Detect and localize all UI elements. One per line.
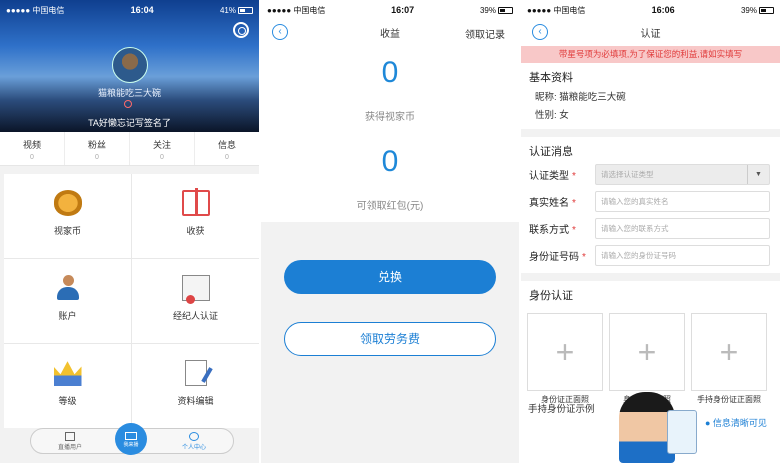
back-icon[interactable]: ‹	[532, 24, 548, 40]
edit-document-icon	[184, 360, 207, 386]
upload-id-front[interactable]: +	[527, 313, 603, 391]
menu-earnings[interactable]: 收获	[132, 174, 259, 258]
example-label: 手持身份证示例	[528, 404, 595, 415]
certification-screen: ●●●●● 中国电信 16:06 39% ‹ 认证 带星号项为必填项,为了保证您…	[521, 0, 780, 463]
gender-line: 性别: 女	[535, 110, 569, 121]
menu-level[interactable]: 等级	[4, 344, 131, 428]
coins-icon	[53, 190, 82, 216]
status-bar: ●●●●● 中国电信 16:07 39%	[261, 0, 519, 20]
claim-labor-fee-button[interactable]: 领取劳务费	[284, 322, 496, 356]
nav-bar: ‹ 收益 领取记录	[261, 20, 519, 44]
coins-value: 0	[381, 56, 399, 89]
basic-info-title: 基本资料	[529, 72, 573, 84]
example-id-card	[667, 410, 697, 454]
profile-header: ●●●●● 中国电信 16:04 41% 猫粮能吃三大碗 TA好懒忘记写签名了	[0, 0, 259, 132]
stats-bar: 视频 0 粉丝 0 关注 0 信息 0	[0, 132, 259, 166]
menu-account[interactable]: 账户	[4, 259, 131, 343]
stat-videos[interactable]: 视频 0	[0, 132, 65, 165]
nickname-line: 昵称: 猫粮能吃三大碗	[535, 92, 626, 103]
menu-agent-cert[interactable]: 经纪人认证	[132, 259, 259, 343]
id-auth-title: 身份认证	[529, 290, 573, 302]
plus-icon: +	[555, 334, 575, 370]
plus-icon: +	[719, 334, 739, 370]
id-photo-uploads: + + +	[521, 313, 780, 391]
claim-record-link[interactable]: 领取记录	[465, 26, 505, 41]
camera-icon	[125, 432, 137, 440]
gender-icon	[124, 100, 132, 108]
real-name-row: 真实姓名 * 请输入您的真实姓名	[521, 188, 780, 215]
id-number-input[interactable]: 请输入您的身份证号码	[595, 245, 770, 266]
auth-info-title: 认证消息	[529, 146, 573, 158]
chevron-down-icon: ▼	[747, 165, 769, 184]
id-number-row: 身份证号码 * 请输入您的身份证号码	[521, 242, 780, 269]
cert-type-row: 认证类型 * 请选择认证类型 ▼	[521, 161, 780, 188]
status-bar: ●●●●● 中国电信 16:04 41%	[0, 0, 259, 20]
nickname: 猫粮能吃三大碗	[97, 88, 161, 98]
account-icon	[56, 275, 80, 301]
tab-personal-center[interactable]: 个人中心	[169, 431, 219, 451]
profile-screen: ●●●●● 中国电信 16:04 41% 猫粮能吃三大碗 TA好懒忘记写签名了 …	[0, 0, 259, 463]
certificate-icon	[181, 275, 210, 304]
tab-live-users[interactable]: 直播用户	[45, 431, 95, 451]
contact-input[interactable]: 请输入您的联系方式	[595, 218, 770, 239]
redpacket-value: 0	[381, 145, 399, 178]
menu-coins[interactable]: 视家币	[4, 174, 131, 258]
stat-messages[interactable]: 信息 0	[195, 132, 259, 165]
avatar[interactable]	[112, 47, 148, 83]
menu-grid: 视家币 收获 账户 经纪人认证 等级 资料编辑	[4, 174, 259, 428]
user-icon	[189, 431, 199, 441]
status-bar: ●●●●● 中国电信 16:06 39%	[521, 0, 780, 20]
crown-icon	[53, 361, 82, 386]
gift-icon	[181, 188, 210, 216]
back-icon[interactable]: ‹	[272, 24, 288, 40]
real-name-input[interactable]: 请输入您的真实姓名	[595, 191, 770, 212]
earnings-screen: ●●●●● 中国电信 16:07 39% ‹ 收益 领取记录 0 获得视家币 0…	[261, 0, 519, 463]
carrier: ●●●●● 中国电信	[6, 5, 65, 15]
coins-label: 获得视家币	[365, 112, 415, 123]
settings-gear-icon[interactable]	[233, 22, 249, 38]
exchange-button[interactable]: 兑换	[284, 260, 496, 294]
clock: 16:04	[130, 5, 154, 15]
contact-row: 联系方式 * 请输入您的联系方式	[521, 215, 780, 242]
nav-bar: ‹ 认证	[521, 20, 780, 44]
stat-following[interactable]: 关注 0	[130, 132, 195, 165]
go-live-button[interactable]: 我来播	[115, 423, 147, 455]
required-warning: 带星号项为必填项,为了保证您的利益,请如实填写	[521, 46, 780, 63]
cert-type-select[interactable]: 请选择认证类型 ▼	[595, 164, 770, 185]
page-title: 收益	[380, 28, 400, 40]
upload-id-back[interactable]: +	[609, 313, 685, 391]
redpacket-label: 可领取红包(元)	[356, 201, 424, 212]
clear-hint: ● 信息清晰可见	[705, 418, 767, 428]
upload-id-handheld[interactable]: +	[691, 313, 767, 391]
signature: TA好懒忘记写签名了	[88, 118, 171, 128]
battery: 41%	[220, 6, 253, 15]
stat-fans[interactable]: 粉丝 0	[65, 132, 130, 165]
home-icon	[65, 431, 75, 441]
menu-edit-profile[interactable]: 资料编辑	[132, 344, 259, 428]
page-title: 认证	[640, 28, 661, 40]
plus-icon: +	[637, 334, 657, 370]
